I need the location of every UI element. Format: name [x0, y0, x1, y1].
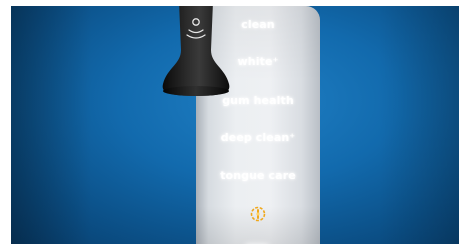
toothbrush-photo: clean white⁺ gum health deep clean⁺ tong…: [11, 6, 459, 244]
brushsync-sensor-icon: [250, 206, 266, 222]
mode-label-tongue-care: tongue care: [220, 169, 296, 182]
brush-head: [162, 6, 230, 96]
photo-frame: clean white⁺ gum health deep clean⁺ tong…: [0, 0, 469, 250]
mode-label-deep-clean-plus: deep clean⁺: [220, 131, 296, 144]
